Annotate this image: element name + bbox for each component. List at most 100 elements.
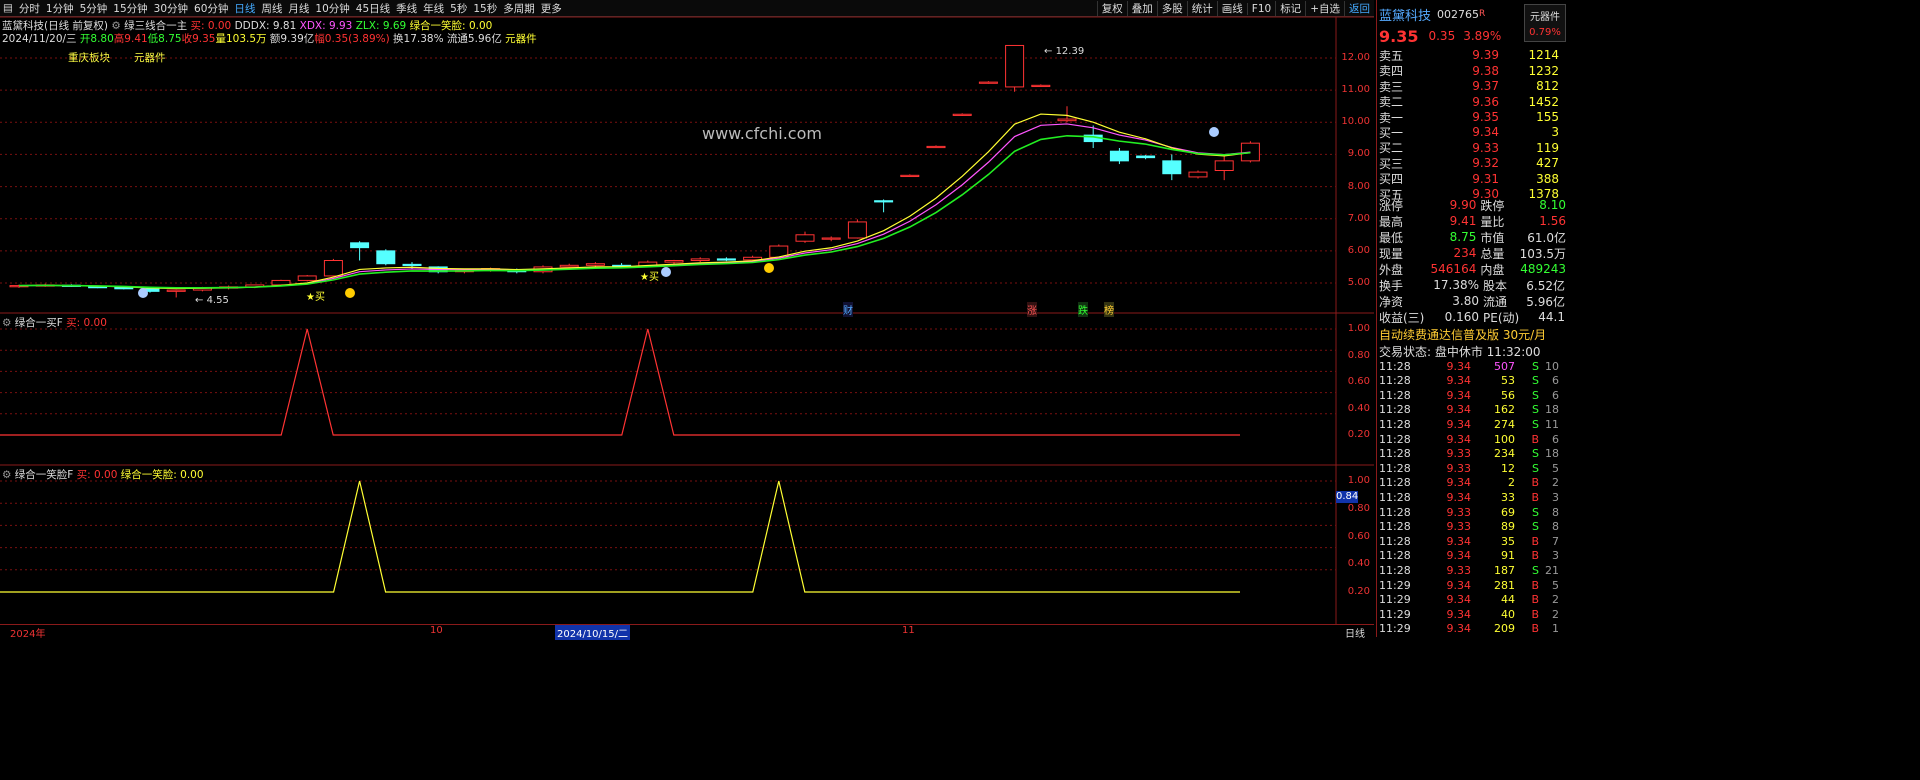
candle: [585, 262, 605, 267]
stat-value: 103.5万: [1519, 246, 1566, 261]
tick-vol: 35: [1501, 534, 1515, 548]
tick-price: 9.33: [1446, 461, 1472, 475]
candle: [1136, 155, 1156, 160]
smiley-icon: [138, 288, 148, 298]
tick-count: 2: [1552, 607, 1559, 621]
panel3-settings-icon[interactable]: ⚙: [2, 469, 11, 481]
ob-label: 买三: [1379, 156, 1404, 171]
kline-chart[interactable]: [0, 0, 1374, 624]
xdx-line: [18, 123, 1251, 289]
bid-row[interactable]: 买四 9.31 388: [1379, 171, 1566, 187]
tick-count: 21: [1545, 563, 1559, 577]
candle-body: [978, 81, 998, 84]
tick-vol: 507: [1494, 359, 1515, 373]
tick-row: 11:28 9.34 274 S 11: [1379, 417, 1566, 431]
tick-time: 11:28: [1379, 505, 1411, 519]
rise-badge[interactable]: 涨: [1027, 302, 1037, 317]
tick-time: 11:28: [1379, 490, 1411, 504]
candle: [952, 113, 972, 116]
tick-vol: 234: [1494, 447, 1515, 461]
candle-body: [114, 287, 134, 290]
ob-label: 卖三: [1379, 79, 1404, 94]
price-change: 0.35: [1428, 29, 1456, 43]
axis-label: 12.00: [1341, 52, 1370, 63]
tick-price: 9.34: [1446, 476, 1472, 490]
tick-side: S: [1532, 461, 1539, 475]
ob-label: 买一: [1379, 125, 1404, 140]
tick-vol: 12: [1501, 461, 1515, 475]
stat-value: 489243: [1520, 262, 1566, 276]
ob-price: 9.34: [1472, 125, 1499, 139]
candle: [690, 257, 710, 263]
ask-row[interactable]: 卖五 9.39 1214: [1379, 47, 1566, 63]
tick-side: B: [1531, 476, 1539, 490]
tick-time: 11:28: [1379, 403, 1411, 417]
stock-code: 002765: [1437, 7, 1480, 21]
candle: [1188, 170, 1208, 179]
tick-row: 11:28 9.33 234 S 18: [1379, 447, 1566, 461]
stat-label: 现量: [1379, 246, 1404, 261]
zlx-line: [18, 113, 1251, 290]
axis-label: 10.00: [1341, 116, 1370, 128]
tick-price: 9.34: [1446, 534, 1472, 548]
tick-row: 11:28 9.34 56 S 6: [1379, 388, 1566, 402]
stat-value: 5.96亿: [1526, 294, 1565, 309]
candle: [926, 145, 946, 149]
tick-vol: 162: [1494, 403, 1515, 417]
stat-label: 总量: [1480, 246, 1505, 261]
tick-side: B: [1531, 432, 1539, 446]
stat-row: 涨停 9.90 跌停 8.10: [1379, 197, 1566, 213]
stat-label: 净资: [1379, 294, 1404, 309]
candle: [847, 219, 867, 239]
candle-body: [926, 145, 946, 149]
tick-row: 11:28 9.34 91 B 3: [1379, 549, 1566, 563]
panel3-name[interactable]: 绿合一笑脸F: [15, 469, 74, 481]
ask-row[interactable]: 卖三 9.37 812: [1379, 78, 1566, 94]
tick-side: S: [1532, 563, 1539, 577]
rank-badge[interactable]: 榜: [1104, 302, 1114, 317]
period-label[interactable]: 日线: [1345, 625, 1365, 640]
stat-value: 44.1: [1538, 310, 1565, 324]
price-pct: 3.89%: [1463, 29, 1502, 43]
dddx-line: [18, 134, 1251, 289]
ask-row[interactable]: 卖二 9.36 1452: [1379, 94, 1566, 110]
fin-badge[interactable]: 财: [843, 302, 853, 317]
panel2-settings-icon[interactable]: ⚙: [2, 317, 11, 329]
ad-banner[interactable]: 自动续费通达信普及版 30元/月: [1379, 326, 1566, 342]
candle-body: [1214, 160, 1234, 172]
ob-price: 9.36: [1472, 94, 1499, 109]
stat-row: 最高 9.41 量比 1.56: [1379, 213, 1566, 229]
tick-vol: 56: [1501, 388, 1515, 402]
stat-value: 0.160: [1444, 310, 1479, 324]
bid-row[interactable]: 买三 9.32 427: [1379, 155, 1566, 171]
tick-count: 5: [1552, 578, 1559, 592]
tick-side: S: [1532, 417, 1539, 431]
panel3-smile-line: [0, 480, 1240, 593]
low-annotation: ← 4.55: [195, 295, 229, 306]
bid-row[interactable]: 买二 9.33 119: [1379, 140, 1566, 156]
sector-button-label: 元器件: [1530, 12, 1560, 23]
panel2-name[interactable]: 绿合一买F: [15, 317, 63, 329]
tick-price: 9.34: [1446, 607, 1472, 621]
axis-label: 6.00: [1347, 244, 1370, 256]
smiley-icon: [345, 288, 355, 298]
tick-row: 11:28 9.33 69 S 8: [1379, 505, 1566, 519]
ob-label: 卖四: [1379, 64, 1404, 78]
tick-side: S: [1532, 403, 1539, 417]
ob-label: 买二: [1379, 141, 1404, 155]
tick-vol: 187: [1494, 563, 1515, 577]
candle: [376, 249, 396, 266]
panel2-buy: 买: 0.00: [66, 317, 107, 329]
ob-price: 9.31: [1472, 171, 1499, 186]
tick-time: 11:28: [1379, 534, 1411, 548]
ask-row[interactable]: 卖四 9.38 1232: [1379, 63, 1566, 79]
tick-vol: 274: [1494, 417, 1515, 431]
stat-row: 收益(三) 0.160 PE(动) 44.1: [1379, 309, 1566, 325]
bid-row[interactable]: 买一 9.34 3: [1379, 124, 1566, 140]
tick-time: 11:28: [1379, 461, 1411, 475]
tick-price: 9.33: [1446, 563, 1472, 577]
panel2-label: ⚙ 绿合一买F 买: 0.00: [2, 315, 107, 330]
fall-badge[interactable]: 跌: [1078, 302, 1088, 317]
axis-label: 0.40: [1347, 402, 1370, 414]
candle-body: [821, 237, 841, 240]
